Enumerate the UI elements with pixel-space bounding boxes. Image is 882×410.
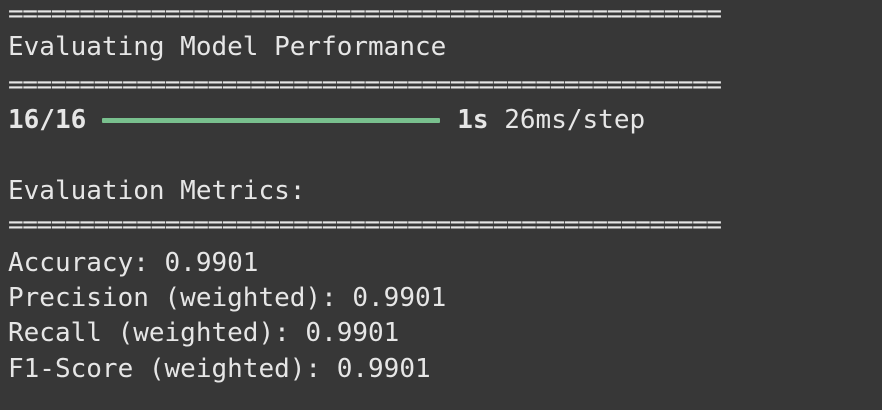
progress-rate: 26ms/step — [504, 105, 646, 135]
progress-counter: 16/16 — [8, 105, 87, 135]
metric-accuracy: Accuracy: 0.9901 — [8, 248, 259, 278]
progress-bar — [102, 117, 441, 123]
progress-elapsed: 1s — [457, 105, 489, 135]
progress-row: 16/16 1s 26ms/step — [8, 102, 645, 138]
separator-line: ========================================… — [8, 70, 722, 100]
separator-line: ========================================… — [8, 210, 722, 240]
metric-f1: F1-Score (weighted): 0.9901 — [8, 354, 431, 384]
section-title: Evaluating Model Performance — [8, 32, 447, 62]
metrics-heading: Evaluation Metrics: — [8, 176, 306, 206]
metric-recall: Recall (weighted): 0.9901 — [8, 318, 400, 348]
separator-line: ========================================… — [8, 0, 722, 29]
metric-precision: Precision (weighted): 0.9901 — [8, 283, 447, 313]
